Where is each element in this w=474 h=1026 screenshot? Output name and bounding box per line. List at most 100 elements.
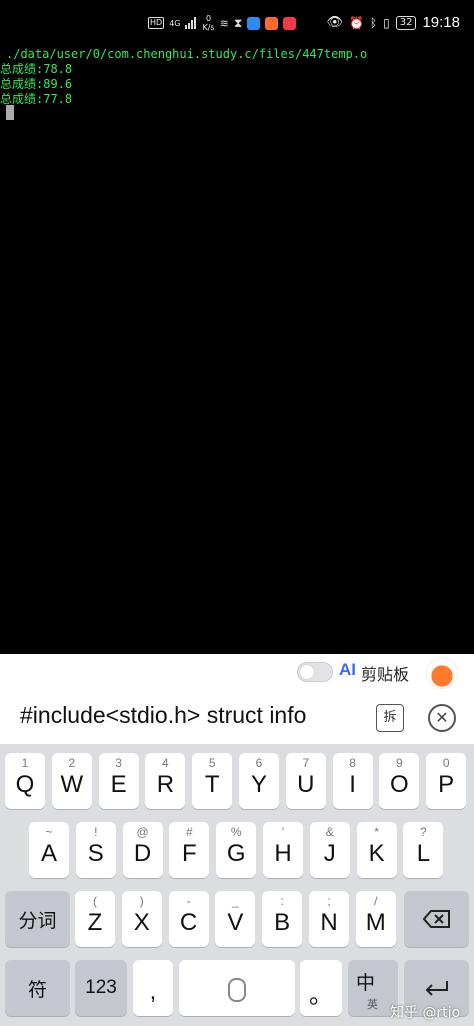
split-icon[interactable]: 拆 bbox=[376, 704, 404, 732]
key-secondary-label: ( bbox=[93, 894, 97, 908]
key-label: N bbox=[320, 909, 338, 936]
key-secondary-label: ) bbox=[139, 894, 144, 908]
key-u[interactable]: 7U bbox=[285, 753, 326, 809]
wifi-hotspot-icon: ≋ bbox=[219, 16, 229, 30]
key-secondary-label: @ bbox=[136, 825, 149, 839]
key-secondary-label: # bbox=[186, 825, 193, 839]
backspace-key[interactable] bbox=[404, 891, 469, 947]
net-speed-value: 0 bbox=[205, 14, 212, 23]
key-secondary-label: ! bbox=[94, 825, 98, 839]
ai-toggle[interactable] bbox=[297, 662, 333, 682]
key-g[interactable]: % G bbox=[216, 822, 257, 878]
key-m[interactable]: / M bbox=[355, 891, 396, 947]
fenci-key[interactable]: 分词 bbox=[5, 891, 70, 947]
key-n[interactable]: ; N bbox=[309, 891, 349, 947]
key-secondary-label: 5 bbox=[208, 756, 216, 770]
status-bar: HD 4G 0 K/s ≋ ⧗ 👁 ⏰ ᛒ ▯ 32 19:18 bbox=[0, 0, 474, 46]
key-secondary-label: 8 bbox=[349, 756, 356, 770]
key-t[interactable]: 5T bbox=[192, 753, 233, 809]
clipboard-button[interactable]: 剪贴板 bbox=[361, 661, 409, 685]
key-label: V bbox=[227, 909, 244, 936]
key-x[interactable]: ) X bbox=[121, 891, 162, 947]
key-label: K bbox=[368, 840, 385, 867]
key-b[interactable]: :B bbox=[262, 891, 303, 947]
eye-comfort-icon: 👁 bbox=[326, 15, 343, 30]
net-speed-unit: K/s bbox=[202, 23, 215, 32]
key-secondary-label: 9 bbox=[396, 756, 403, 770]
key-secondary-label: & bbox=[325, 825, 334, 839]
key-label: Q bbox=[15, 771, 35, 798]
key-label: U bbox=[297, 771, 315, 798]
key-label: P bbox=[438, 771, 455, 798]
number-key[interactable]: 123 bbox=[75, 960, 127, 1016]
hd-badge: HD bbox=[148, 17, 165, 29]
comma-key[interactable]: , bbox=[133, 960, 173, 1016]
terminal-cursor bbox=[6, 105, 14, 120]
symbol-key[interactable]: 符 bbox=[5, 960, 70, 1016]
ai-label[interactable]: AI bbox=[339, 660, 356, 680]
key-s[interactable]: ! S bbox=[75, 822, 116, 878]
status-right: 👁 ⏰ ᛒ ▯ 32 19:18 bbox=[326, 14, 460, 31]
key-secondary-label: % bbox=[230, 825, 242, 839]
red-app-icon bbox=[283, 16, 297, 30]
key-k[interactable]: * K bbox=[356, 822, 397, 878]
key-label: R bbox=[156, 771, 175, 798]
key-l[interactable]: ? L bbox=[403, 822, 444, 878]
video-app-icon bbox=[265, 16, 279, 30]
net-speed: 0 K/s bbox=[202, 14, 214, 32]
key-secondary-label: * bbox=[374, 825, 379, 839]
key-r[interactable]: 4R bbox=[145, 753, 186, 809]
en-label: 英 bbox=[367, 999, 378, 1011]
close-icon[interactable]: ✕ bbox=[428, 704, 456, 732]
key-c[interactable]: -C bbox=[168, 891, 209, 947]
zh-label: 中 bbox=[356, 973, 376, 994]
key-e[interactable]: 3E bbox=[98, 753, 139, 809]
key-q[interactable]: 1Q bbox=[5, 753, 45, 809]
space-key[interactable] bbox=[179, 960, 295, 1016]
key-label: 符 bbox=[27, 979, 47, 1001]
key-label: 123 bbox=[85, 977, 117, 998]
key-a[interactable]: ~ A bbox=[29, 822, 69, 878]
key-label: X bbox=[133, 909, 150, 936]
clock: 19:18 bbox=[422, 14, 460, 31]
key-label: F bbox=[182, 840, 197, 867]
key-label: D bbox=[133, 840, 152, 867]
key-label: T bbox=[204, 771, 220, 798]
key-secondary-label: 2 bbox=[68, 756, 76, 770]
clipboard-suggestion[interactable]: #include<stdio.h> struct info bbox=[20, 702, 364, 729]
key-j[interactable]: & J bbox=[309, 822, 350, 878]
key-label: H bbox=[274, 840, 292, 867]
vibrate-icon: ▯ bbox=[383, 15, 390, 30]
key-label: O bbox=[390, 771, 409, 798]
key-secondary-label: _ bbox=[232, 894, 239, 908]
key-w[interactable]: 2W bbox=[51, 753, 92, 809]
key-secondary-label: 6 bbox=[255, 756, 263, 770]
bluetooth-icon: ᛒ bbox=[369, 15, 378, 30]
key-z[interactable]: (Z bbox=[75, 891, 115, 947]
key-v[interactable]: _ V bbox=[215, 891, 256, 947]
key-secondary-label: 3 bbox=[115, 756, 122, 770]
key-secondary-label: 7 bbox=[302, 756, 310, 770]
watermark: 知乎 @rtio bbox=[390, 1005, 461, 1021]
key-label: B bbox=[274, 909, 291, 936]
key-y[interactable]: 6Y bbox=[239, 753, 279, 809]
key-p[interactable]: 0P bbox=[426, 753, 467, 809]
key-label: 分词 bbox=[18, 910, 57, 932]
terminal-line: 总成绩:78.8 bbox=[0, 62, 73, 76]
key-secondary-label: 1 bbox=[21, 756, 29, 770]
key-label: J bbox=[323, 840, 336, 867]
key-label: M bbox=[365, 909, 386, 936]
key-f[interactable]: # F bbox=[169, 822, 210, 878]
ime-mascot-icon[interactable] bbox=[426, 657, 458, 689]
key-i[interactable]: 8I bbox=[332, 753, 373, 809]
enter-icon bbox=[425, 981, 448, 996]
terminal-output[interactable]: ./data/user/0/com.chenghui.study.c/files… bbox=[0, 46, 474, 654]
key-secondary-label: 0 bbox=[442, 756, 450, 770]
key-o[interactable]: 9O bbox=[379, 753, 420, 809]
signal-icon bbox=[185, 17, 197, 29]
key-d[interactable]: @ D bbox=[122, 822, 163, 878]
period-key[interactable]: 。 bbox=[300, 960, 342, 1016]
key-secondary-label: ~ bbox=[45, 825, 53, 839]
key-secondary-label: ' bbox=[281, 825, 285, 839]
key-h[interactable]: ' H bbox=[263, 822, 303, 878]
